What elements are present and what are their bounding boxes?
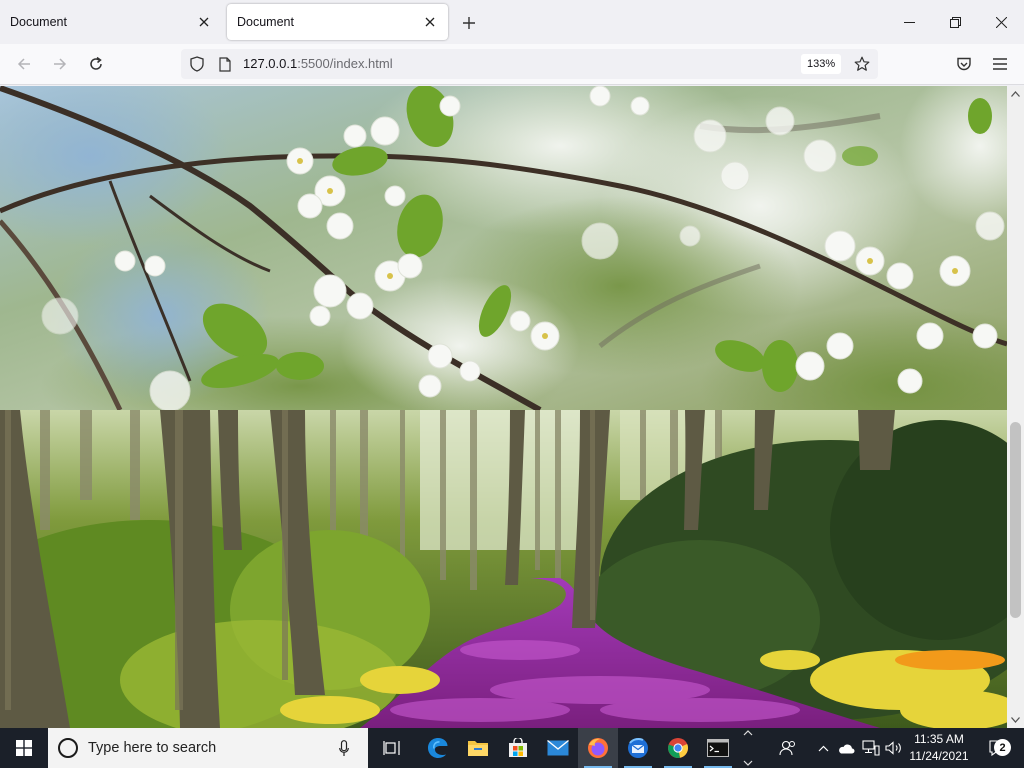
plus-icon — [463, 17, 475, 29]
people-icon — [779, 740, 795, 756]
clock-date: 11/24/2021 — [909, 749, 969, 763]
chrome-icon — [668, 738, 689, 758]
tab-document-1[interactable]: Document — [0, 4, 222, 40]
terminal-app[interactable] — [698, 728, 738, 768]
shield-icon[interactable] — [187, 54, 207, 74]
hamburger-menu-icon — [993, 58, 1007, 70]
volume-icon[interactable] — [884, 728, 904, 768]
microsoft-store-app[interactable] — [498, 728, 538, 768]
pocket-icon — [957, 57, 971, 70]
forward-button[interactable] — [45, 50, 75, 78]
show-hidden-icons-button[interactable] — [814, 728, 832, 768]
restore-button[interactable] — [932, 0, 978, 44]
cortana-icon — [58, 738, 78, 758]
start-button[interactable] — [0, 728, 48, 768]
new-tab-button[interactable] — [458, 12, 480, 34]
minimize-icon — [903, 21, 915, 23]
vertical-scrollbar[interactable] — [1007, 86, 1024, 728]
menu-button[interactable] — [985, 50, 1015, 78]
file-explorer-icon — [468, 741, 488, 756]
tab-strip: Document Document — [0, 0, 1024, 44]
tab-document-2[interactable]: Document — [227, 4, 448, 40]
task-view-icon — [383, 741, 400, 755]
tab-title: Document — [237, 15, 294, 29]
url-host: 127.0.0.1 — [243, 56, 298, 71]
thunderbird-app[interactable] — [618, 728, 658, 768]
mail-app[interactable] — [538, 728, 578, 768]
url-path: :5500/index.html — [297, 56, 393, 71]
minimize-button[interactable] — [886, 0, 932, 44]
chevron-up-icon — [818, 745, 828, 751]
taskbar-scroll-arrows[interactable] — [739, 728, 757, 768]
firefox-icon — [588, 738, 608, 758]
back-button[interactable] — [9, 50, 39, 78]
system-clock[interactable]: 11:35 AM 11/24/2021 — [904, 731, 974, 765]
terminal-icon — [707, 739, 729, 757]
search-placeholder: Type here to search — [88, 740, 217, 756]
mail-icon — [547, 740, 569, 756]
pocket-button[interactable] — [949, 50, 979, 78]
navigation-toolbar: 127.0.0.1:5500/index.html 133% — [0, 44, 1024, 85]
scroll-down-arrow-icon[interactable] — [1007, 712, 1024, 728]
page-content — [0, 86, 1024, 728]
url-bar[interactable]: 127.0.0.1:5500/index.html 133% — [181, 49, 878, 79]
thunderbird-icon — [628, 738, 648, 758]
restore-icon — [949, 16, 961, 28]
taskbar-search-box[interactable]: Type here to search — [48, 728, 368, 768]
close-icon[interactable] — [196, 14, 212, 30]
window-close-button[interactable] — [978, 0, 1024, 44]
clock-time: 11:35 AM — [914, 732, 964, 746]
reload-button[interactable] — [81, 50, 111, 78]
reload-icon — [90, 56, 102, 70]
action-center-button[interactable]: 2 — [980, 728, 1016, 768]
chevron-up-icon — [743, 730, 753, 736]
forest-tulip-path-image — [0, 410, 1007, 728]
chevron-down-icon — [743, 760, 753, 766]
scrollbar-thumb[interactable] — [1010, 422, 1021, 618]
close-icon[interactable] — [422, 14, 438, 30]
network-icon[interactable] — [860, 728, 882, 768]
cherry-blossom-image — [0, 86, 1007, 410]
tab-title: Document — [10, 15, 67, 29]
forward-arrow-icon — [54, 58, 67, 70]
windows-taskbar: Type here to search 11:35 AM 11/24/2021 … — [0, 728, 1024, 768]
page-info-icon[interactable] — [215, 54, 235, 74]
microphone-icon[interactable] — [332, 736, 356, 760]
back-arrow-icon — [17, 58, 30, 70]
zoom-level-badge[interactable]: 133% — [801, 54, 842, 74]
notification-count-badge: 2 — [994, 739, 1011, 756]
store-icon — [509, 738, 527, 757]
task-view-button[interactable] — [372, 728, 412, 768]
edge-app[interactable] — [418, 728, 458, 768]
bookmark-star-icon[interactable] — [851, 54, 873, 74]
url-text[interactable]: 127.0.0.1:5500/index.html — [243, 56, 393, 71]
chrome-app[interactable] — [658, 728, 698, 768]
edge-icon — [428, 738, 448, 758]
firefox-app[interactable] — [578, 728, 618, 768]
people-button[interactable] — [776, 728, 800, 768]
windows-logo-icon — [16, 740, 32, 756]
scroll-up-arrow-icon[interactable] — [1007, 86, 1024, 102]
file-explorer-app[interactable] — [458, 728, 498, 768]
close-icon — [995, 16, 1007, 28]
onedrive-icon[interactable] — [836, 728, 856, 768]
